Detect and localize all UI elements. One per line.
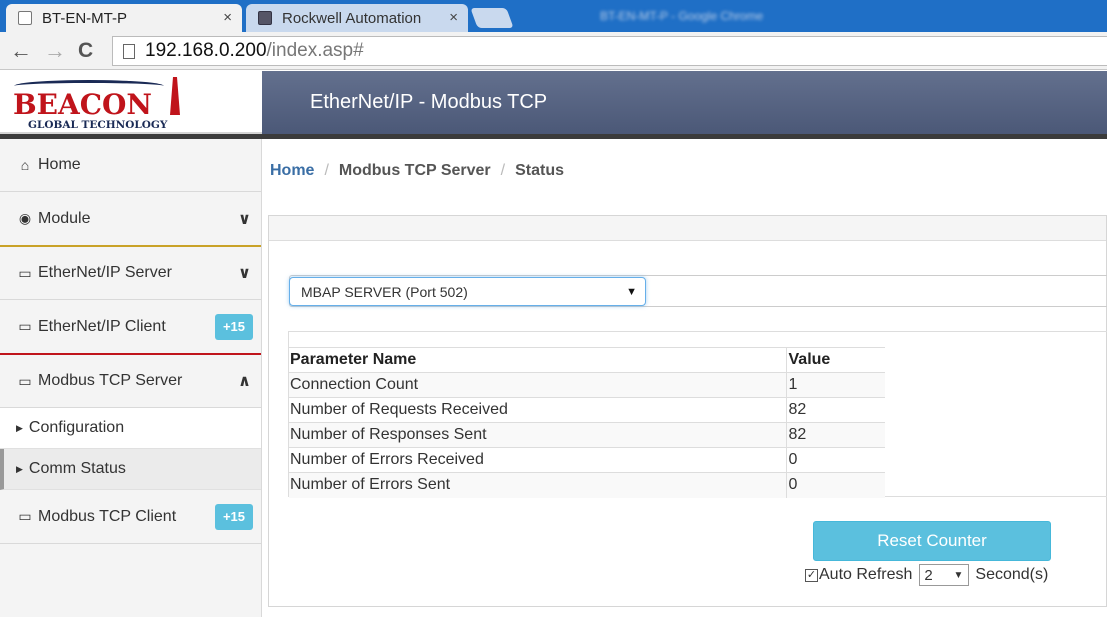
column-header-value: Value <box>786 347 885 373</box>
breadcrumb-separator: / <box>500 162 506 179</box>
breadcrumb: Home / Modbus TCP Server / Status <box>262 150 1107 192</box>
parameter-name: Number of Responses Sent <box>289 422 787 448</box>
sidebar: ⌂ Home ◉ Module ∨ ▭ EtherNet/IP Server ∨… <box>0 139 262 617</box>
lighthouse-icon <box>170 77 180 115</box>
sidebar-item-label: EtherNet/IP Server <box>38 264 172 281</box>
sidebar-subitem-label: Configuration <box>28 419 125 436</box>
parameter-name: Number of Errors Received <box>289 447 787 473</box>
address-bar[interactable]: 192.168.0.200/index.asp# <box>112 36 1107 66</box>
sidebar-item-label: Modbus TCP Client <box>38 507 177 525</box>
tab-title: Rockwell Automation <box>282 9 422 27</box>
table-row: Number of Errors Sent 0 <box>289 472 885 498</box>
parameter-value: 82 <box>786 422 885 448</box>
server-select-group: MBAP SERVER (Port 502) ▼ <box>289 275 1107 307</box>
forward-arrow-icon[interactable]: → <box>44 38 66 64</box>
parameter-value: 0 <box>786 447 885 473</box>
home-icon: ⌂ <box>20 157 30 173</box>
refresh-interval-select[interactable]: 2 ▼ <box>919 564 970 586</box>
close-tab-icon[interactable]: × <box>449 9 458 26</box>
count-badge: +15 <box>214 504 253 530</box>
url-host: 192.168.0.200 <box>145 40 267 61</box>
logo-tagline: GLOBAL TECHNOLOGY <box>28 119 168 131</box>
auto-refresh-checkbox[interactable]: ✓ <box>805 568 818 582</box>
server-select-value: MBAP SERVER (Port 502) <box>301 283 468 300</box>
parameter-name: Number of Errors Sent <box>289 472 787 498</box>
table-row: Number of Requests Received 82 <box>289 397 885 423</box>
column-header-parameter: Parameter Name <box>289 347 787 373</box>
sidebar-item-modbus-tcp-server[interactable]: ▭ Modbus TCP Server ∧ <box>0 355 261 408</box>
caret-right-icon: ▶ <box>16 422 23 433</box>
monitor-icon: ▭ <box>18 318 32 334</box>
table-row: Connection Count 1 <box>289 372 885 398</box>
breadcrumb-home-link[interactable]: Home <box>270 162 314 180</box>
sidebar-item-label: EtherNet/IP Client <box>38 317 166 335</box>
table-header-row: Parameter Name Value <box>289 347 885 373</box>
parameter-value: 82 <box>786 397 885 423</box>
page-favicon-icon <box>18 11 32 25</box>
sidebar-item-modbus-tcp-client[interactable]: ▭ Modbus TCP Client +15 <box>0 490 261 544</box>
sidebar-subitem-comm-status[interactable]: ▶ Comm Status <box>0 449 261 490</box>
breadcrumb-current: Status <box>515 162 565 179</box>
browser-tab-rockwell[interactable]: Rockwell Automation × <box>246 4 468 32</box>
caret-right-icon: ▶ <box>16 463 23 474</box>
panel-heading <box>269 216 1106 241</box>
sidebar-item-label: Modbus TCP Server <box>38 372 183 389</box>
dropdown-arrow-icon: ▼ <box>953 569 964 581</box>
breadcrumb-separator: / <box>324 162 329 179</box>
inbox-icon: ▭ <box>18 264 32 281</box>
browser-toolbar: ← → C 192.168.0.200/index.asp# <box>0 32 1107 70</box>
refresh-unit-label: Second(s) <box>975 566 1049 583</box>
auto-refresh-controls: ✓ Auto Refresh 2 ▼ Second(s) <box>805 563 1048 587</box>
dashboard-icon: ◉ <box>18 210 32 226</box>
app-title: EtherNet/IP - Modbus TCP <box>310 91 548 113</box>
parameter-value: 1 <box>786 372 885 398</box>
back-arrow-icon[interactable]: ← <box>10 38 32 64</box>
reset-counter-button[interactable]: Reset Counter <box>813 521 1051 561</box>
reload-icon[interactable]: C <box>78 38 93 64</box>
chevron-up-icon: ∧ <box>238 373 251 390</box>
status-panel: MBAP SERVER (Port 502) ▼ Parameter Name … <box>268 215 1107 607</box>
monitor-icon: ▭ <box>18 508 32 524</box>
rockwell-favicon-icon <box>258 11 272 25</box>
server-select[interactable]: MBAP SERVER (Port 502) ▼ <box>289 277 646 306</box>
parameter-name: Number of Requests Received <box>289 397 787 423</box>
status-table-container: Parameter Name Value Connection Count 1 … <box>288 331 1107 498</box>
beacon-logo[interactable]: BEACON GLOBAL TECHNOLOGY <box>0 71 262 134</box>
dropdown-arrow-icon: ▼ <box>626 285 637 298</box>
tab-title: BT-EN-MT-P <box>42 9 127 27</box>
table-row: Number of Errors Received 0 <box>289 447 885 473</box>
page-icon <box>123 43 135 59</box>
parameter-name: Connection Count <box>289 372 787 398</box>
sidebar-item-ethernetip-server[interactable]: ▭ EtherNet/IP Server ∨ <box>0 247 261 300</box>
table-row: Number of Responses Sent 82 <box>289 422 885 448</box>
sidebar-item-ethernetip-client[interactable]: ▭ EtherNet/IP Client +15 <box>0 300 261 355</box>
sidebar-item-label: Home <box>38 156 81 173</box>
parameter-value: 0 <box>786 472 885 498</box>
app-header: EtherNet/IP - Modbus TCP <box>262 71 1107 134</box>
browser-tab-bt-en-mt-p[interactable]: BT-EN-MT-P × <box>6 4 242 32</box>
breadcrumb-section: Modbus TCP Server <box>338 162 491 179</box>
refresh-interval-value: 2 <box>924 566 933 584</box>
sidebar-item-label: Module <box>38 209 91 227</box>
browser-tab-bar: BT-EN-MT-P × Rockwell Automation × BT-EN… <box>0 0 1107 32</box>
inbox-icon: ▭ <box>18 372 32 389</box>
chevron-down-icon: ∨ <box>238 265 251 282</box>
logo-name: BEACON <box>13 88 153 121</box>
sidebar-subitem-configuration[interactable]: ▶ Configuration <box>0 408 261 449</box>
status-table: Parameter Name Value Connection Count 1 … <box>289 347 885 498</box>
new-tab-button[interactable] <box>470 8 514 28</box>
window-title: BT-EN-MT-P - Google Chrome <box>600 9 764 23</box>
chevron-down-icon: ∨ <box>238 210 251 228</box>
close-tab-icon[interactable]: × <box>223 9 232 26</box>
sidebar-item-module[interactable]: ◉ Module ∨ <box>0 192 261 247</box>
url-path: /index.asp# <box>266 40 364 61</box>
count-badge: +15 <box>214 314 253 340</box>
auto-refresh-label: Auto Refresh <box>819 566 913 583</box>
sidebar-item-home[interactable]: ⌂ Home <box>0 139 261 192</box>
sidebar-subitem-label: Comm Status <box>28 460 126 477</box>
